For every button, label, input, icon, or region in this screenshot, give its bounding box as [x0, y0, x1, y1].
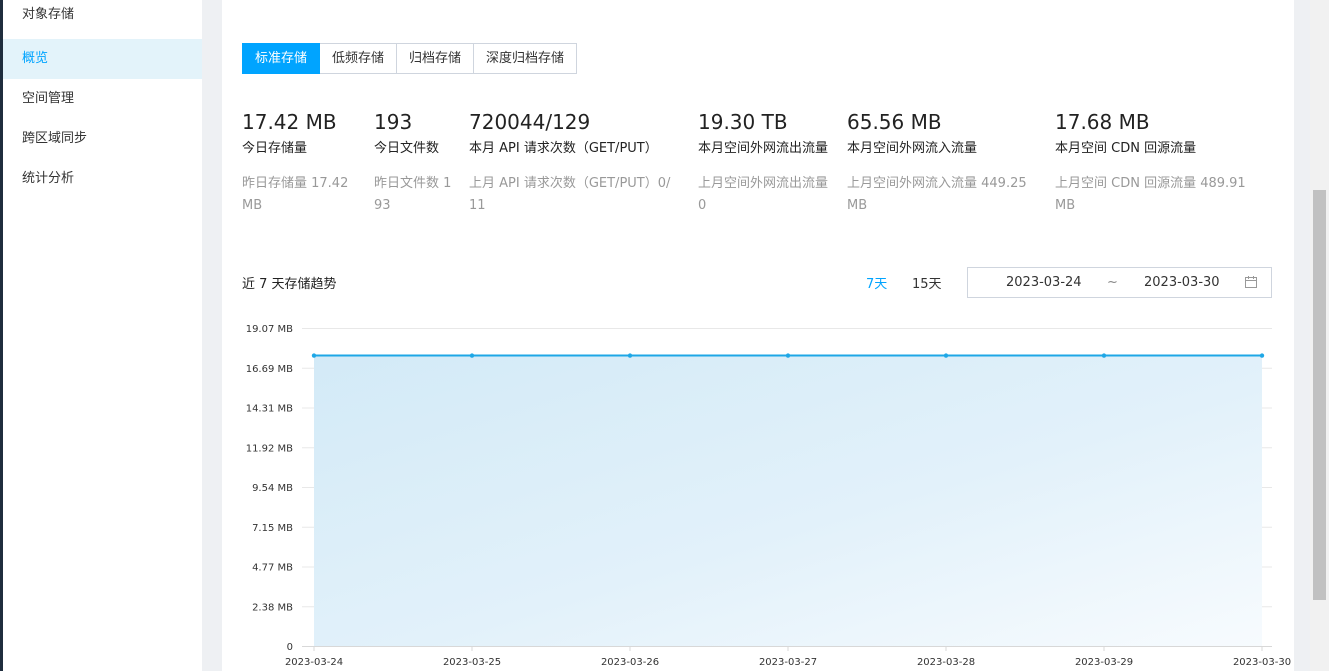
stat-label: 今日文件数 [374, 141, 440, 156]
y-tick-label: 0 [287, 642, 293, 653]
data-point[interactable] [1101, 353, 1107, 358]
stat-label: 今日存储量 [242, 141, 308, 156]
sidebar: 对象存储 概览 空间管理 跨区域同步 统计分析 [3, 0, 202, 671]
trend-title: 近 7 天存储趋势 [242, 277, 337, 292]
y-tick-label: 16.69 MB [246, 364, 293, 375]
stat-previous: 上月空间外网流入流量 449.25 MB [847, 176, 1027, 213]
y-tick-label: 4.77 MB [252, 563, 293, 574]
stat-previous: 昨日存储量 17.42 MB [242, 176, 349, 213]
y-tick-label: 7.15 MB [252, 523, 293, 534]
date-range-picker[interactable]: 2023-03-24 ~ 2023-03-30 [967, 267, 1272, 298]
stat-api-requests: 720044/129 本月 API 请求次数（GET/PUT） 上月 API 请… [469, 108, 674, 217]
start-date[interactable]: 2023-03-24 [1006, 275, 1082, 290]
x-tick-label: 2023-03-26 [601, 657, 659, 668]
stat-today-storage: 17.42 MB 今日存储量 昨日存储量 17.42 MB [242, 108, 357, 217]
x-tick-label: 2023-03-29 [1075, 657, 1133, 668]
data-point[interactable] [1259, 353, 1265, 358]
stat-outbound-traffic: 19.30 TB 本月空间外网流出流量 上月空间外网流出流量 0 [698, 108, 840, 217]
x-tick-label: 2023-03-27 [759, 657, 817, 668]
x-tick-label: 2023-03-25 [443, 657, 501, 668]
data-point[interactable] [943, 353, 949, 358]
y-tick-label: 19.07 MB [246, 324, 293, 335]
stat-value: 17.68 MB [1055, 110, 1150, 134]
stat-label: 本月空间外网流出流量 [698, 141, 829, 156]
storage-trend-chart: 0 2.38 MB 4.77 MB 7.15 MB 9.54 MB 11.92 MB 14.… [246, 324, 1291, 668]
stat-label: 本月空间 CDN 回源流量 [1055, 141, 1197, 156]
calendar-icon [1245, 276, 1257, 288]
stat-previous: 昨日文件数 193 [374, 176, 452, 213]
series-area [314, 355, 1262, 646]
stat-previous: 上月空间 CDN 回源流量 489.91 MB [1055, 176, 1246, 213]
stat-inbound-traffic: 65.56 MB 本月空间外网流入流量 上月空间外网流入流量 449.25 MB [847, 108, 1039, 217]
storage-class-tabs: 标准存储 低频存储 归档存储 深度归档存储 [242, 43, 578, 74]
y-tick-label: 9.54 MB [252, 483, 293, 494]
range-15-days-button[interactable]: 15天 [912, 273, 942, 292]
sidebar-item-overview[interactable]: 概览 [3, 39, 202, 79]
range-7-days-button[interactable]: 7天 [866, 273, 887, 292]
x-tick-label: 2023-03-30 [1233, 657, 1291, 668]
stat-previous: 上月 API 请求次数（GET/PUT）0/11 [469, 176, 671, 213]
data-point[interactable] [311, 353, 317, 358]
stat-value: 720044/129 [469, 110, 591, 134]
y-tick-label: 11.92 MB [246, 443, 293, 454]
stat-label: 本月 API 请求次数（GET/PUT） [469, 141, 658, 156]
tab-infrequent-storage[interactable]: 低频存储 [320, 43, 398, 74]
sidebar-item-object-storage[interactable]: 对象存储 [3, 0, 202, 35]
stat-today-files: 193 今日文件数 昨日文件数 193 [374, 108, 454, 217]
data-point[interactable] [469, 353, 475, 358]
stat-value: 17.42 MB [242, 110, 337, 134]
stat-value: 193 [374, 110, 413, 134]
end-date[interactable]: 2023-03-30 [1144, 275, 1220, 290]
x-tick-label: 2023-03-24 [285, 657, 343, 668]
stat-value: 19.30 TB [698, 110, 788, 134]
date-separator: ~ [1107, 275, 1118, 290]
data-point[interactable] [785, 353, 791, 358]
sidebar-item-cross-region-sync[interactable]: 跨区域同步 [3, 119, 202, 159]
stat-value: 65.56 MB [847, 110, 942, 134]
tab-standard-storage[interactable]: 标准存储 [242, 43, 321, 74]
stat-previous: 上月空间外网流出流量 0 [698, 176, 829, 213]
sidebar-item-bucket-management[interactable]: 空间管理 [3, 79, 202, 119]
stat-cdn-origin-traffic: 17.68 MB 本月空间 CDN 回源流量 上月空间 CDN 回源流量 489… [1055, 108, 1260, 217]
y-tick-label: 14.31 MB [246, 404, 293, 415]
stat-label: 本月空间外网流入流量 [847, 141, 978, 156]
tab-deep-archive-storage[interactable]: 深度归档存储 [474, 43, 578, 74]
sidebar-item-statistics[interactable]: 统计分析 [3, 159, 202, 199]
y-tick-label: 2.38 MB [252, 602, 293, 613]
tab-archive-storage[interactable]: 归档存储 [397, 43, 475, 74]
data-point[interactable] [627, 353, 633, 358]
scrollbar-thumb[interactable] [1313, 190, 1326, 600]
x-tick-label: 2023-03-28 [917, 657, 975, 668]
